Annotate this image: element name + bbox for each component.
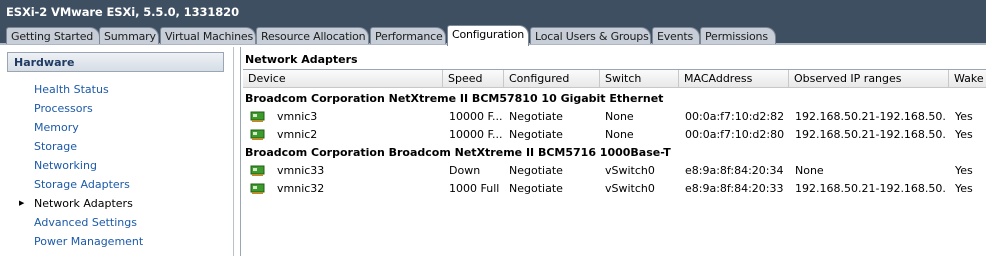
speed-value: 10000 F... <box>449 128 503 141</box>
triangle-right-icon: ▶ <box>19 199 25 207</box>
switch-value: None <box>605 110 634 123</box>
switch-value: None <box>605 128 634 141</box>
hardware-panel: Hardware Health Status Processors Memory… <box>0 47 234 256</box>
switch-value: vSwitch0 <box>605 182 655 195</box>
device-name: vmnic33 <box>277 164 325 177</box>
sidebar-item-health-status[interactable]: Health Status <box>34 83 109 96</box>
sidebar-item-network-adapters[interactable]: Network Adapters <box>34 197 133 210</box>
column-header-device[interactable]: Device <box>243 70 443 88</box>
ip-range-value: 192.168.50.21-192.168.50... <box>795 110 947 123</box>
configured-value: Negotiate <box>509 182 563 195</box>
adapter-group-header: Broadcom Corporation Broadcom NetXtreme … <box>245 146 671 159</box>
configured-value: Negotiate <box>509 110 563 123</box>
network-card-icon <box>250 183 265 194</box>
mac-value: e8:9a:8f:84:20:33 <box>685 182 784 195</box>
column-header-switch[interactable]: Switch <box>600 70 679 88</box>
mac-value: 00:0a:f7:10:d2:80 <box>685 128 785 141</box>
network-card-icon <box>250 111 265 122</box>
hardware-header: Hardware <box>7 52 224 72</box>
sidebar-item-processors[interactable]: Processors <box>34 102 93 115</box>
tab-getting-started[interactable]: Getting Started <box>6 27 100 44</box>
network-card-icon <box>250 129 265 140</box>
column-header-configured[interactable]: Configured <box>504 70 600 88</box>
wake-value: Yes <box>955 182 973 195</box>
network-card-icon <box>250 165 265 176</box>
tab-configuration[interactable]: Configuration <box>447 25 529 46</box>
window-title: ESXi-2 VMware ESXi, 5.5.0, 1331820 <box>0 0 986 26</box>
speed-value: Down <box>449 164 481 177</box>
sidebar-item-memory[interactable]: Memory <box>34 121 79 134</box>
switch-value: vSwitch0 <box>605 164 655 177</box>
ip-range-value: 192.168.50.21-192.168.50... <box>795 182 947 195</box>
sidebar-item-storage-adapters[interactable]: Storage Adapters <box>34 178 130 191</box>
ip-range-value: 192.168.50.21-192.168.50... <box>795 128 947 141</box>
tab-summary[interactable]: Summary <box>99 27 159 44</box>
page-title: Network Adapters <box>245 53 358 66</box>
sidebar-item-power-management[interactable]: Power Management <box>34 235 143 248</box>
sidebar-item-advanced-settings[interactable]: Advanced Settings <box>34 216 137 229</box>
ip-range-value: None <box>795 164 824 177</box>
configured-value: Negotiate <box>509 164 563 177</box>
tab-resource-allocation[interactable]: Resource Allocation <box>256 27 369 44</box>
column-header-wake[interactable]: Wake <box>949 70 986 88</box>
device-name: vmnic32 <box>277 182 325 195</box>
network-adapters-view: Network Adapters Device Speed Configured… <box>240 47 986 256</box>
adapters-table: Device Speed Configured Switch MACAddres… <box>243 69 986 256</box>
column-header-observed-ip-ranges[interactable]: Observed IP ranges <box>789 70 949 88</box>
speed-value: 10000 F... <box>449 110 503 123</box>
tab-local-users-groups[interactable]: Local Users & Groups <box>530 27 651 44</box>
tab-virtual-machines[interactable]: Virtual Machines <box>160 27 256 44</box>
wake-value: Yes <box>955 164 973 177</box>
column-header-speed[interactable]: Speed <box>443 70 504 88</box>
tab-events[interactable]: Events <box>652 27 700 44</box>
sidebar-item-storage[interactable]: Storage <box>34 140 77 153</box>
tab-permissions[interactable]: Permissions <box>700 27 776 44</box>
column-header-mac-address[interactable]: MACAddress <box>679 70 789 88</box>
mac-value: e8:9a:8f:84:20:34 <box>685 164 784 177</box>
sidebar-item-networking[interactable]: Networking <box>34 159 97 172</box>
tab-bar: Getting Started Summary Virtual Machines… <box>0 25 986 46</box>
configured-value: Negotiate <box>509 128 563 141</box>
adapter-group-header: Broadcom Corporation NetXtreme II BCM578… <box>245 92 664 105</box>
speed-value: 1000 Full <box>449 182 500 195</box>
device-name: vmnic3 <box>277 110 318 123</box>
wake-value: Yes <box>955 110 973 123</box>
mac-value: 00:0a:f7:10:d2:82 <box>685 110 785 123</box>
tab-performance[interactable]: Performance <box>370 27 446 44</box>
device-name: vmnic2 <box>277 128 318 141</box>
wake-value: Yes <box>955 128 973 141</box>
